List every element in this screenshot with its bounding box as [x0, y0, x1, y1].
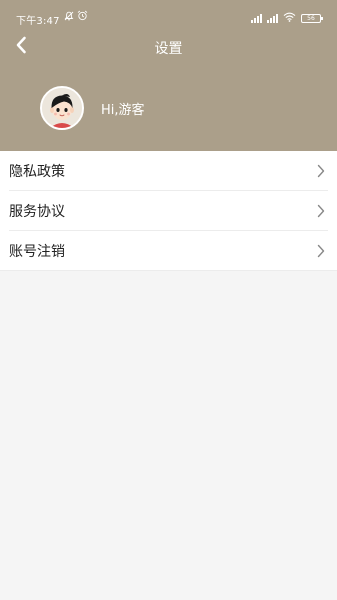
wifi-icon [283, 12, 296, 25]
signal-icon [267, 14, 278, 23]
settings-menu: 隐私政策 服务协议 账号注销 [0, 151, 337, 271]
status-icons-left [64, 10, 88, 24]
menu-item-label: 隐私政策 [9, 164, 65, 180]
profile-section: Hi,游客 [40, 86, 145, 130]
battery-indicator: 56 [301, 14, 323, 23]
status-time: 下午3:47 [16, 16, 60, 27]
status-icons-right: 56 [251, 12, 323, 25]
menu-item-service-agreement[interactable]: 服务协议 [0, 191, 337, 231]
menu-item-label: 账号注销 [9, 244, 65, 260]
greeting-text: Hi,游客 [101, 102, 145, 118]
chevron-right-icon [317, 243, 327, 259]
menu-item-privacy-policy[interactable]: 隐私政策 [0, 151, 337, 191]
menu-item-account-deletion[interactable]: 账号注销 [0, 231, 337, 271]
header: 下午3:47 56 设置 Hi,游客 [0, 0, 337, 151]
notification-off-icon [64, 11, 74, 24]
chevron-right-icon [317, 163, 327, 179]
nav-bar: 设置 [0, 30, 337, 64]
alarm-icon [77, 10, 88, 24]
menu-item-label: 服务协议 [9, 204, 65, 220]
avatar[interactable] [40, 86, 84, 130]
signal-icon [251, 14, 262, 23]
page-title: 设置 [154, 41, 183, 57]
chevron-right-icon [317, 203, 327, 219]
